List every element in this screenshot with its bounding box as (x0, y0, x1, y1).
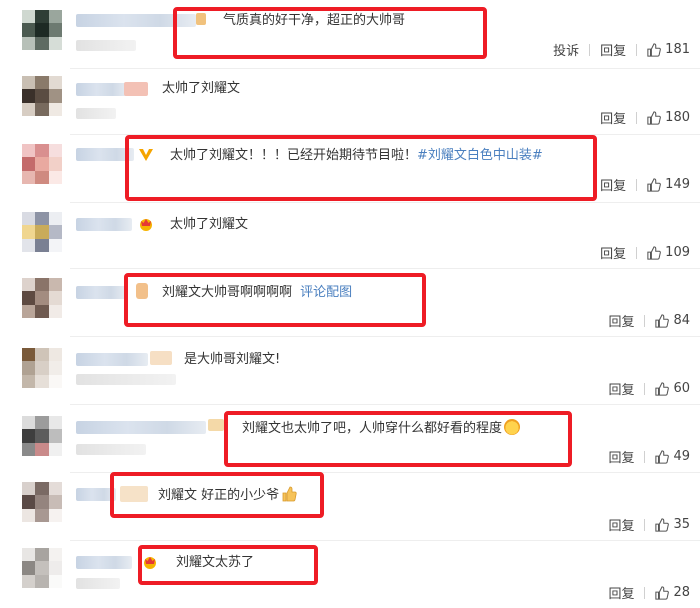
like-count: 49 (673, 449, 690, 464)
comment-actions: 回复 49 (608, 447, 690, 466)
comment-item: 刘耀文太苏了 回复 28 (0, 540, 700, 608)
reply-button[interactable]: 回复 (600, 175, 626, 194)
like-button[interactable]: 60 (655, 381, 690, 396)
divider (636, 178, 638, 191)
username[interactable] (76, 421, 206, 434)
like-count: 28 (673, 585, 690, 600)
like-button[interactable]: 49 (655, 449, 690, 464)
divider (636, 246, 638, 259)
thumbs-up-icon (647, 177, 662, 192)
like-count: 84 (673, 313, 690, 328)
timestamp (76, 108, 116, 119)
username[interactable] (76, 83, 128, 96)
thumbs-up-icon (647, 245, 662, 260)
timestamp (76, 374, 176, 385)
highlight-box (110, 472, 324, 518)
comment-actions: 回复 109 (600, 243, 690, 262)
comment-actions: 回复 60 (608, 379, 690, 398)
comment-actions: 回复 84 (608, 311, 690, 330)
divider (644, 450, 646, 463)
like-count: 181 (665, 42, 690, 57)
comment-actions: 投诉 回复 181 (553, 40, 690, 59)
thumbs-up-icon (655, 449, 670, 464)
like-button[interactable]: 180 (647, 110, 690, 125)
report-button[interactable]: 投诉 (553, 40, 579, 59)
like-count: 149 (665, 177, 690, 192)
like-button[interactable]: 84 (655, 313, 690, 328)
thumbs-up-icon (655, 517, 670, 532)
like-count: 180 (665, 110, 690, 125)
thumbs-up-icon (655, 585, 670, 600)
divider (644, 382, 646, 395)
highlight-box (138, 545, 318, 585)
comment-actions: 回复 28 (608, 583, 690, 602)
divider (644, 314, 646, 327)
reply-button[interactable]: 回复 (608, 515, 634, 534)
comment-actions: 回复 35 (608, 515, 690, 534)
avatar[interactable] (22, 278, 62, 318)
avatar[interactable] (22, 416, 62, 456)
reply-button[interactable]: 回复 (608, 583, 634, 602)
highlight-box (124, 273, 426, 327)
comment-item: 刘耀文 好正的小少爷 回复 35 (0, 472, 700, 540)
reply-button[interactable]: 回复 (600, 243, 626, 262)
divider (636, 111, 638, 124)
badge-icon (208, 419, 224, 431)
divider (644, 586, 646, 599)
badge-icon (150, 351, 172, 365)
highlight-box (224, 411, 572, 467)
comment-item: 太帅了刘耀文 回复 109 (0, 202, 700, 268)
thumbs-up-icon (647, 42, 662, 57)
divider (636, 43, 638, 56)
username[interactable] (76, 286, 126, 299)
comment-body: 太帅了刘耀文 (170, 217, 249, 232)
reply-button[interactable]: 回复 (600, 40, 626, 59)
like-button[interactable]: 35 (655, 517, 690, 532)
comment-item: 是大帅哥刘耀文! 回复 60 (0, 336, 700, 404)
timestamp (76, 444, 146, 455)
like-count: 109 (665, 245, 690, 260)
avatar[interactable] (22, 482, 62, 522)
avatar[interactable] (22, 144, 62, 184)
comment-text: 是大帅哥刘耀文! (184, 352, 281, 367)
like-button[interactable]: 149 (647, 177, 690, 192)
username[interactable] (76, 218, 132, 231)
badge-icon (124, 82, 148, 96)
reply-button[interactable]: 回复 (600, 108, 626, 127)
comment-actions: 回复 149 (600, 175, 690, 194)
username[interactable] (76, 353, 148, 366)
like-button[interactable]: 109 (647, 245, 690, 260)
avatar[interactable] (22, 10, 62, 50)
timestamp (76, 40, 136, 51)
like-button[interactable]: 181 (647, 42, 690, 57)
like-count: 60 (673, 381, 690, 396)
timestamp (76, 578, 120, 589)
avatar[interactable] (22, 348, 62, 388)
highlight-box (125, 135, 597, 201)
comment-text: 太帅了刘耀文 (162, 81, 241, 96)
username[interactable] (76, 556, 132, 569)
avatar[interactable] (22, 548, 62, 588)
thumbs-up-icon (655, 313, 670, 328)
like-count: 35 (673, 517, 690, 532)
divider (644, 518, 646, 531)
reply-button[interactable]: 回复 (608, 379, 634, 398)
reply-button[interactable]: 回复 (608, 311, 634, 330)
comment-actions: 回复 180 (600, 108, 690, 127)
comment-item: 太帅了刘耀文 回复 180 (0, 68, 700, 134)
highlight-box (173, 7, 487, 59)
comment-text: 太帅了刘耀文 (138, 216, 248, 234)
avatar[interactable] (22, 212, 62, 252)
crown-icon (140, 219, 152, 231)
reply-button[interactable]: 回复 (608, 447, 634, 466)
thumbs-up-icon (647, 110, 662, 125)
like-button[interactable]: 28 (655, 585, 690, 600)
avatar[interactable] (22, 76, 62, 116)
thumbs-up-icon (655, 381, 670, 396)
divider (589, 43, 591, 56)
